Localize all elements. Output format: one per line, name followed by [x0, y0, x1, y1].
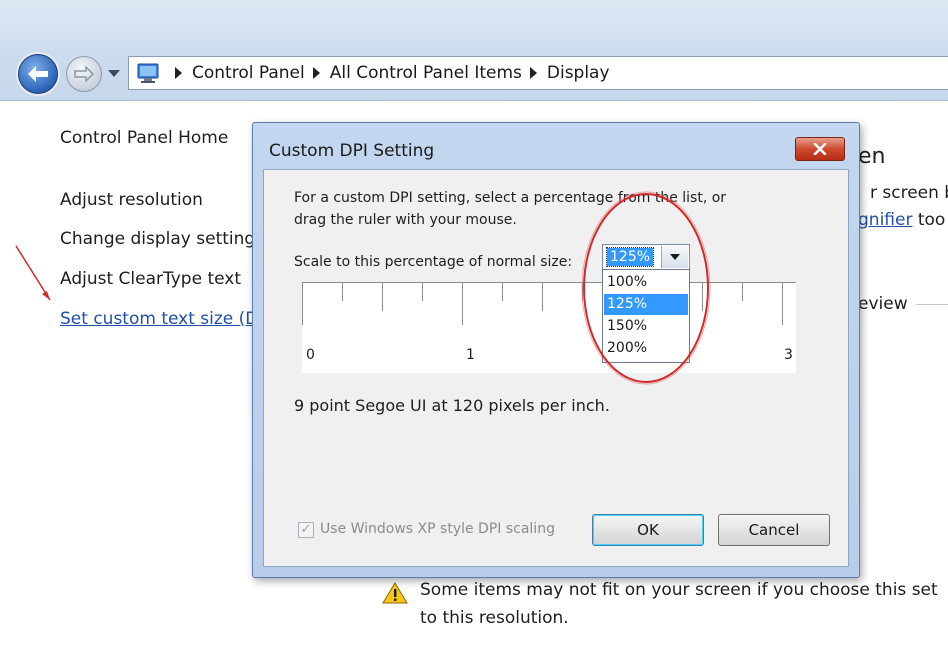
- forward-button[interactable]: [66, 56, 102, 92]
- dpi-ruler[interactable]: 0 1 3: [302, 282, 796, 373]
- ruler-tick: [422, 283, 423, 301]
- warning-icon: [382, 582, 408, 604]
- ruler-tick: [342, 283, 343, 301]
- chevron-down-icon: [670, 254, 680, 260]
- breadcrumb-separator-icon[interactable]: [312, 67, 320, 79]
- breadcrumb-all-items[interactable]: All Control Panel Items: [330, 63, 522, 83]
- forward-arrow-icon: [74, 66, 94, 82]
- combo-selected-value: 125%: [605, 247, 655, 267]
- option-100[interactable]: 100%: [604, 272, 688, 293]
- breadcrumb-separator-icon[interactable]: [175, 67, 182, 79]
- dpi-info-text: 9 point Segoe UI at 120 pixels per inch.: [294, 396, 610, 415]
- ruler-tick: [462, 283, 463, 325]
- navigation-bar: Control Panel All Control Panel Items Di…: [0, 0, 948, 101]
- magnifier-link[interactable]: gnifier: [858, 210, 912, 230]
- ruler-tick: [582, 283, 583, 301]
- ruler-tick: [742, 283, 743, 301]
- adjust-cleartype-link[interactable]: Adjust ClearType text: [60, 269, 241, 289]
- control-panel-home-link[interactable]: Control Panel Home: [60, 128, 228, 148]
- ruler-number: 3: [784, 347, 793, 363]
- back-arrow-icon: [28, 66, 48, 82]
- scale-label: Scale to this percentage of normal size:: [294, 254, 573, 270]
- breadcrumb-separator-icon[interactable]: [529, 67, 537, 79]
- warning-text-2: to this resolution.: [420, 608, 569, 628]
- ruler-number: 0: [306, 347, 315, 363]
- annotation-arrow-icon: [15, 245, 51, 301]
- page-heading-fragment: en: [858, 144, 886, 169]
- preview-label: eview: [858, 294, 908, 314]
- breadcrumb-control-panel[interactable]: Control Panel: [192, 63, 305, 83]
- scale-options-list: 100% 125% 150% 200%: [602, 269, 690, 363]
- option-150[interactable]: 150%: [604, 316, 688, 337]
- set-custom-text-size-link[interactable]: Set custom text size (D: [60, 309, 258, 329]
- description-fragment: r screen be: [870, 183, 948, 203]
- cancel-button[interactable]: Cancel: [718, 514, 830, 546]
- option-200[interactable]: 200%: [604, 338, 688, 359]
- close-icon: [813, 143, 827, 155]
- ok-button[interactable]: OK: [592, 514, 704, 546]
- ruler-tick: [542, 283, 543, 311]
- adjust-resolution-link[interactable]: Adjust resolution: [60, 190, 203, 210]
- ruler-tick: [502, 283, 503, 301]
- ruler-tick: [302, 283, 303, 325]
- address-bar[interactable]: Control Panel All Control Panel Items Di…: [128, 56, 948, 90]
- instructions-line-2: drag the ruler with your mouse.: [294, 212, 517, 228]
- ruler-tick: [382, 283, 383, 311]
- instructions-line-1: For a custom DPI setting, select a perce…: [294, 190, 727, 206]
- xp-scaling-label: Use Windows XP style DPI scaling: [320, 521, 555, 537]
- preview-divider: [916, 304, 948, 305]
- recent-pages-dropdown[interactable]: [108, 70, 120, 77]
- ruler-tick: [782, 283, 783, 325]
- breadcrumb-display[interactable]: Display: [547, 63, 610, 83]
- combo-dropdown-button[interactable]: [661, 246, 688, 268]
- ruler-tick: [702, 283, 703, 311]
- change-display-settings-link[interactable]: Change display setting: [60, 229, 255, 249]
- close-button[interactable]: [795, 137, 845, 161]
- control-panel-icon: [137, 63, 159, 83]
- scale-combobox[interactable]: 125%: [602, 244, 690, 270]
- ruler-number: 1: [466, 347, 475, 363]
- checkbox-box[interactable]: ✓: [298, 522, 314, 538]
- dialog-body: For a custom DPI setting, select a perce…: [263, 169, 849, 567]
- dialog-title: Custom DPI Setting: [269, 141, 435, 161]
- option-125[interactable]: 125%: [604, 294, 688, 315]
- warning-text: Some items may not fit on your screen if…: [420, 580, 938, 600]
- custom-dpi-dialog: Custom DPI Setting For a custom DPI sett…: [252, 122, 860, 578]
- checkmark-icon: ✓: [300, 522, 312, 537]
- back-button[interactable]: [18, 54, 58, 94]
- description-fragment-2: too: [912, 210, 946, 230]
